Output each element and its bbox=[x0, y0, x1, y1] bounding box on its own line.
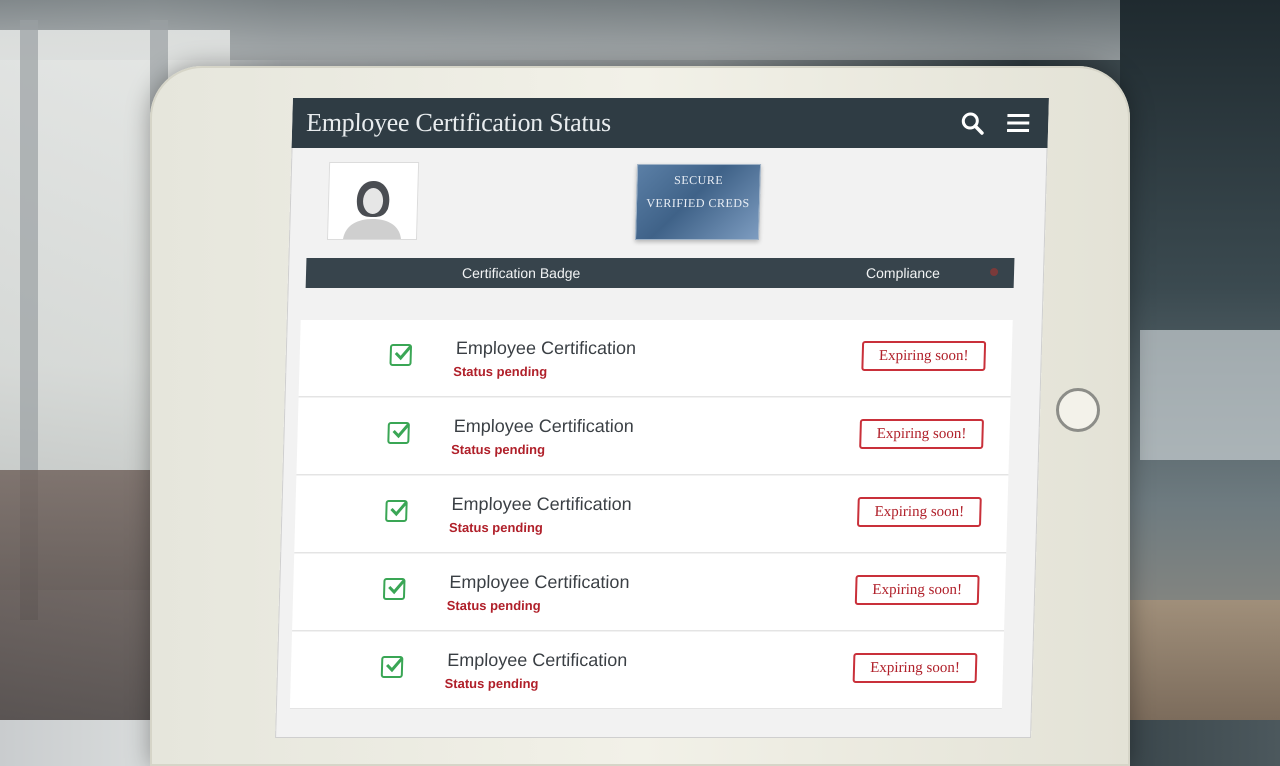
list-item[interactable]: Employee Certification Status pending Ex… bbox=[292, 554, 1007, 631]
card-line-2: VERIFIED CREDS bbox=[646, 196, 750, 210]
status-badge[interactable]: Expiring soon! bbox=[861, 341, 987, 371]
list-item[interactable]: Employee Certification Status pending Ex… bbox=[289, 632, 1005, 709]
hamburger-menu-icon[interactable] bbox=[1002, 107, 1035, 139]
status-badge[interactable]: Expiring soon! bbox=[856, 497, 982, 527]
avatar[interactable] bbox=[326, 162, 420, 240]
certification-subtitle: Status pending bbox=[444, 676, 539, 691]
sort-indicator-icon bbox=[989, 268, 999, 276]
status-badge[interactable]: Expiring soon! bbox=[852, 653, 978, 683]
status-badge[interactable]: Expiring soon! bbox=[854, 575, 980, 605]
certification-subtitle: Status pending bbox=[450, 442, 546, 457]
checkbox-checked-icon[interactable] bbox=[385, 500, 408, 522]
table-header: Certification Badge Compliance bbox=[305, 258, 1015, 288]
header-actions bbox=[956, 107, 1035, 139]
certification-subtitle: Status pending bbox=[446, 598, 541, 613]
tablet-screen: Employee Certification Status SECURE VER… bbox=[275, 98, 1049, 738]
card-line-1: SECURE bbox=[673, 173, 724, 187]
column-header-compliance[interactable]: Compliance bbox=[866, 265, 940, 281]
status-badge[interactable]: Expiring soon! bbox=[859, 419, 984, 449]
person-silhouette-icon bbox=[342, 181, 401, 239]
certification-card-image: SECURE VERIFIED CREDS bbox=[634, 164, 762, 240]
column-header-badge[interactable]: Certification Badge bbox=[462, 265, 581, 281]
certification-title: Employee Certification bbox=[453, 416, 635, 436]
checkbox-checked-icon[interactable] bbox=[387, 422, 410, 444]
checkbox-checked-icon[interactable] bbox=[389, 344, 413, 366]
list-item[interactable]: Employee Certification Status pending Ex… bbox=[296, 398, 1011, 475]
app-header: Employee Certification Status bbox=[291, 98, 1049, 148]
home-button[interactable] bbox=[1056, 388, 1100, 432]
certification-title: Employee Certification bbox=[451, 494, 632, 514]
background-shelf bbox=[1140, 330, 1280, 460]
certification-title: Employee Certification bbox=[449, 572, 630, 592]
checkbox-checked-icon[interactable] bbox=[380, 656, 404, 678]
page-title: Employee Certification Status bbox=[305, 108, 612, 137]
certification-list: Employee Certification Status pending Ex… bbox=[289, 320, 1013, 710]
list-item[interactable]: Employee Certification Status pending Ex… bbox=[298, 320, 1013, 397]
tablet-device: Employee Certification Status SECURE VER… bbox=[150, 66, 1130, 766]
certification-title: Employee Certification bbox=[446, 650, 628, 670]
list-item[interactable]: Employee Certification Status pending Ex… bbox=[294, 476, 1009, 553]
background-floor bbox=[1120, 600, 1280, 720]
certification-subtitle: Status pending bbox=[448, 520, 544, 535]
checkbox-checked-icon[interactable] bbox=[382, 578, 406, 600]
certification-subtitle: Status pending bbox=[453, 364, 548, 379]
search-icon[interactable] bbox=[956, 107, 989, 139]
certification-title: Employee Certification bbox=[455, 338, 637, 358]
